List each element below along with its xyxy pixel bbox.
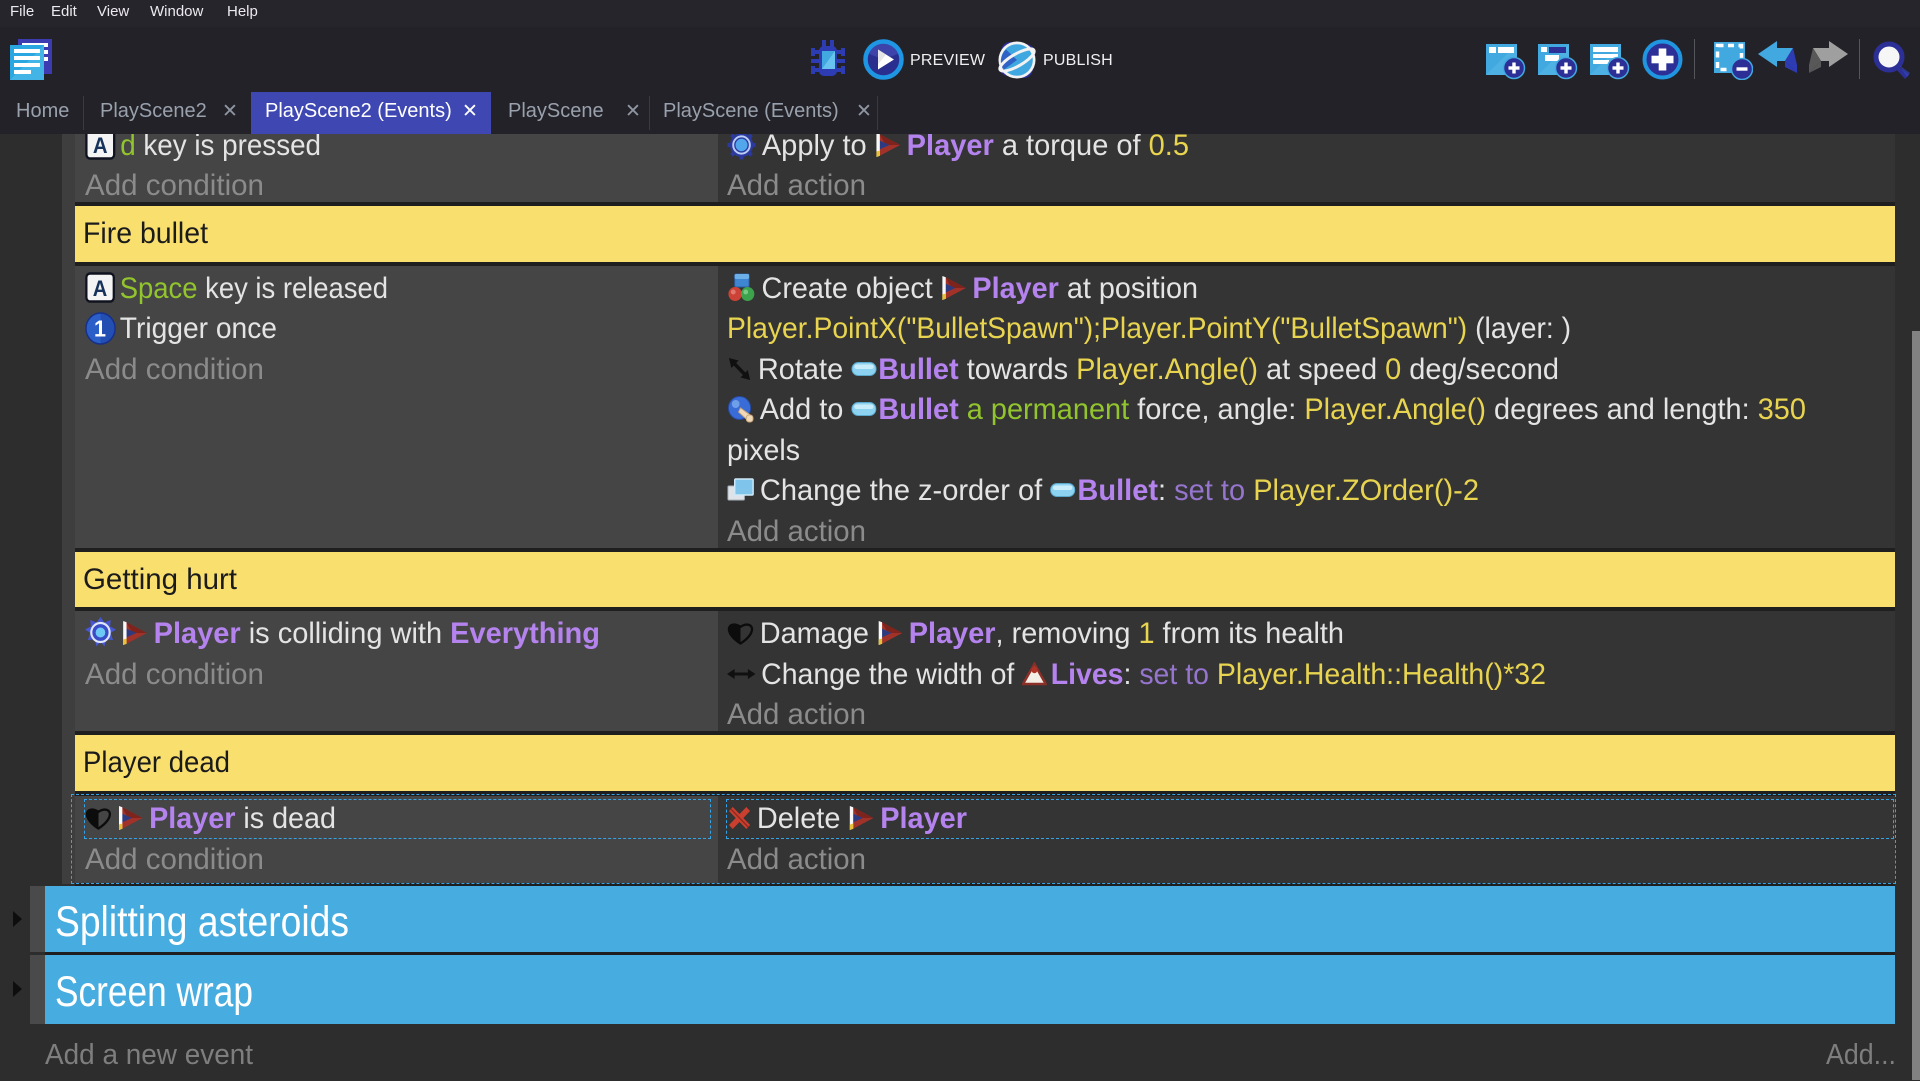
svg-text:A: A — [93, 134, 108, 158]
svg-text:A: A — [93, 277, 108, 301]
svg-text:1: 1 — [94, 315, 106, 341]
